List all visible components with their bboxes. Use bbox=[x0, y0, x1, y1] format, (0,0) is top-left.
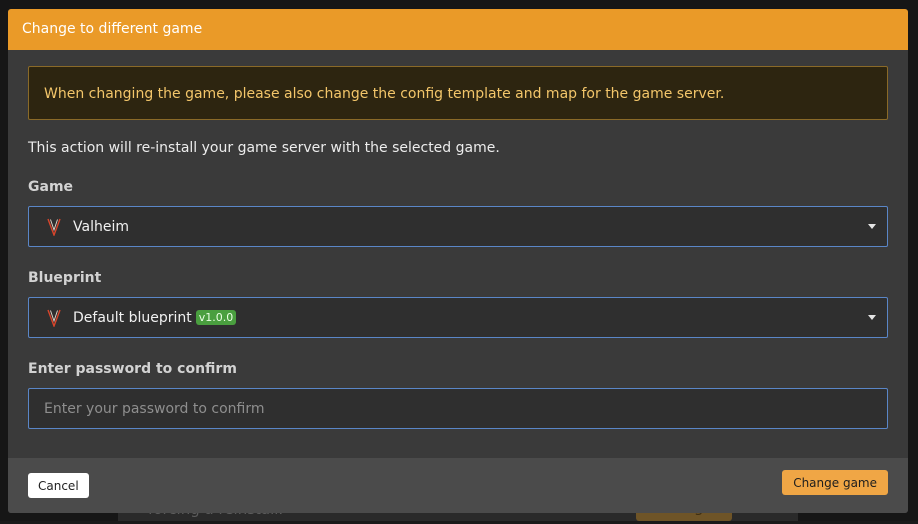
version-badge: v1.0.0 bbox=[195, 310, 237, 325]
modal-body: When changing the game, please also chan… bbox=[8, 50, 908, 429]
description-text: This action will re-install your game se… bbox=[28, 140, 500, 156]
modal-title: Change to different game bbox=[8, 9, 908, 50]
warning-alert: When changing the game, please also chan… bbox=[28, 66, 888, 120]
modal-footer: Cancel Change game bbox=[8, 458, 908, 513]
valheim-logo-icon bbox=[47, 218, 61, 236]
game-select[interactable]: Valheim bbox=[28, 206, 888, 247]
change-game-modal: Change to different game When changing t… bbox=[8, 9, 908, 513]
chevron-down-icon bbox=[868, 224, 876, 229]
blueprint-label: Blueprint bbox=[28, 270, 102, 286]
game-label: Game bbox=[28, 179, 74, 195]
chevron-down-icon bbox=[868, 315, 876, 320]
change-game-button[interactable]: Change game bbox=[782, 470, 888, 495]
blueprint-select[interactable]: Default blueprint v1.0.0 bbox=[28, 297, 888, 338]
password-input[interactable] bbox=[28, 388, 888, 429]
cancel-button[interactable]: Cancel bbox=[28, 473, 89, 498]
valheim-logo-icon bbox=[47, 309, 61, 327]
game-select-value: Valheim bbox=[73, 218, 129, 235]
password-label: Enter password to confirm bbox=[28, 361, 237, 377]
blueprint-select-value: Default blueprint bbox=[73, 309, 192, 326]
